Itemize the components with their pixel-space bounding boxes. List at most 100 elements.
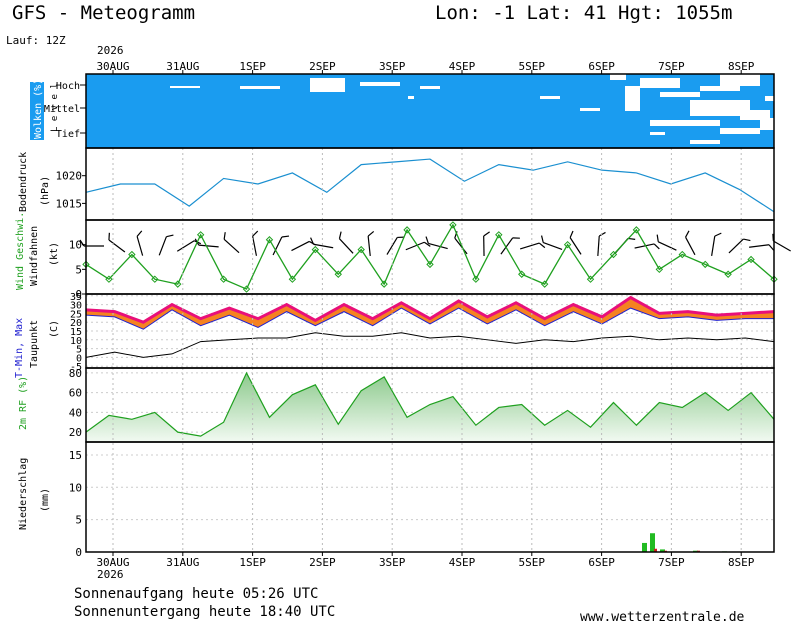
- precip-y-tick: 10: [69, 481, 82, 494]
- wind-barb-flag: [512, 237, 520, 239]
- credit-link[interactable]: www.wetterzentrale.de: [580, 610, 744, 625]
- wind-barb-shaft: [749, 244, 770, 248]
- cloud-clear-gap: [420, 86, 440, 89]
- cloud-clear-gap: [650, 132, 665, 135]
- precip-y-tick: 15: [69, 449, 82, 462]
- wind-barb-shaft: [339, 238, 354, 254]
- cloud-clear-gap: [310, 78, 345, 92]
- wind-unit-label: (kt): [49, 242, 60, 266]
- wind-speed-line: [85, 223, 775, 290]
- sunset-text: Sonnenuntergang heute 18:40 UTC: [74, 604, 336, 620]
- cloud-clear-gap: [765, 96, 774, 101]
- wind-barb: [386, 236, 405, 255]
- pressure-y-tick: 1015: [56, 197, 83, 210]
- wind-barb-shaft: [291, 240, 310, 252]
- wind-barb: [519, 242, 546, 250]
- x-tick-label-bottom: 3SEP: [379, 556, 406, 569]
- wind-barb: [405, 241, 431, 251]
- wind-barb-flag: [108, 232, 110, 241]
- rh-axis-label: 2m RF (%): [18, 376, 29, 430]
- rh-y-tick: 40: [69, 406, 82, 419]
- wind-barb-flag: [338, 231, 342, 239]
- wind-barb-shaft: [519, 242, 540, 250]
- wind-barb-flag: [653, 243, 660, 250]
- wind-barb-shaft: [198, 244, 219, 248]
- cloud-clear-gap: [540, 96, 560, 99]
- wind-barb: [136, 230, 144, 256]
- x-tick-label-bottom: 1SEP: [239, 556, 266, 569]
- wind-barb-shaft: [176, 240, 195, 252]
- pressure-unit-label: (hPa): [40, 176, 51, 206]
- wind-barb: [367, 230, 375, 257]
- wind-barb-shaft: [658, 241, 677, 251]
- cloud-clear-gap: [580, 108, 600, 111]
- rh-area: [86, 372, 774, 442]
- cloud-clear-gap: [170, 86, 200, 88]
- wind-barb-flag: [367, 230, 375, 237]
- wind-barb-flag: [627, 237, 636, 240]
- wind-barb-shaft: [367, 235, 371, 257]
- rh-y-tick: 20: [69, 426, 82, 439]
- wind-barb-flag: [540, 235, 544, 243]
- wind-barb-shaft: [405, 241, 425, 251]
- wind-barb: [540, 235, 563, 250]
- wind-barb-shaft: [773, 240, 791, 252]
- cloud-clear-gap: [700, 86, 740, 91]
- wind-barb-shaft: [728, 238, 744, 254]
- wind-barb: [711, 232, 722, 256]
- precip-axis-label: Niederschlag: [18, 458, 29, 530]
- meteogram-chart: 30AUG30AUG31AUG31AUG1SEP1SEP2SEP2SEP3SEP…: [14, 60, 791, 569]
- wind-vane-label: Windfahnen: [29, 226, 40, 286]
- wind-barb-shaft: [454, 237, 468, 255]
- cloud-level-axis-label: L e v e l: [50, 83, 60, 132]
- wind-barb-shaft: [252, 236, 258, 256]
- wind-barb: [223, 232, 240, 254]
- cloud-clear-gap: [640, 78, 680, 88]
- wind-barb-flag: [483, 231, 490, 237]
- rh-y-tick: 80: [69, 367, 82, 380]
- precip-y-tick: 5: [75, 514, 82, 527]
- wind-barb-shaft: [158, 236, 167, 256]
- wind-barb-shaft: [108, 239, 126, 253]
- cloud-clear-gap: [610, 74, 626, 80]
- precip-bar-rain: [642, 542, 647, 552]
- dewpoint-axis-label: Taupunkt: [29, 320, 40, 368]
- panel-frame: [85, 441, 775, 553]
- x-tick-label-bottom: 30AUG: [96, 556, 129, 569]
- wind-barb: [569, 230, 582, 255]
- precip-y-tick: 0: [75, 546, 82, 559]
- wind-barb: [158, 234, 174, 256]
- wind-barb-shaft: [711, 236, 716, 256]
- temp-unit-label: (C): [49, 320, 60, 338]
- wind-barb-shaft: [428, 242, 448, 250]
- wind-axis-label: Wind Geschwi.: [15, 212, 26, 290]
- wind-barb: [272, 235, 290, 256]
- wind-barb: [614, 237, 636, 254]
- wind-barb-flag: [656, 234, 659, 242]
- wind-barb: [749, 244, 775, 251]
- x-tick-label-bottom: 5SEP: [519, 556, 546, 569]
- cloud-clear-gap: [650, 120, 720, 126]
- wind-barb-shaft: [543, 242, 563, 250]
- pressure-line: [85, 158, 775, 213]
- wind-barb: [252, 230, 259, 256]
- x-tick-label-bottom: 2SEP: [309, 556, 336, 569]
- wind-barb-flag: [166, 234, 174, 238]
- rh-y-tick: 60: [69, 387, 82, 400]
- wind-barb: [108, 232, 126, 253]
- wind-barb-shaft: [685, 236, 696, 256]
- wind-barb-shaft: [136, 236, 144, 256]
- wind-barb: [728, 238, 751, 254]
- cloud-clear-gap: [240, 86, 280, 89]
- cloud-axis-label: Wolken (%): [33, 79, 44, 139]
- wind-barb-shaft: [223, 238, 240, 254]
- wind-barb-flag: [743, 238, 751, 242]
- dewpoint-line: [85, 332, 775, 358]
- wind-barb-flag: [768, 244, 775, 251]
- precip-unit-label: (mm): [40, 488, 51, 512]
- panel-frame: [85, 293, 775, 369]
- panel-frame: [85, 219, 775, 295]
- wind-barb-flag: [569, 230, 574, 238]
- wind-y-tick: 5: [75, 263, 82, 276]
- wind-barb: [310, 237, 334, 249]
